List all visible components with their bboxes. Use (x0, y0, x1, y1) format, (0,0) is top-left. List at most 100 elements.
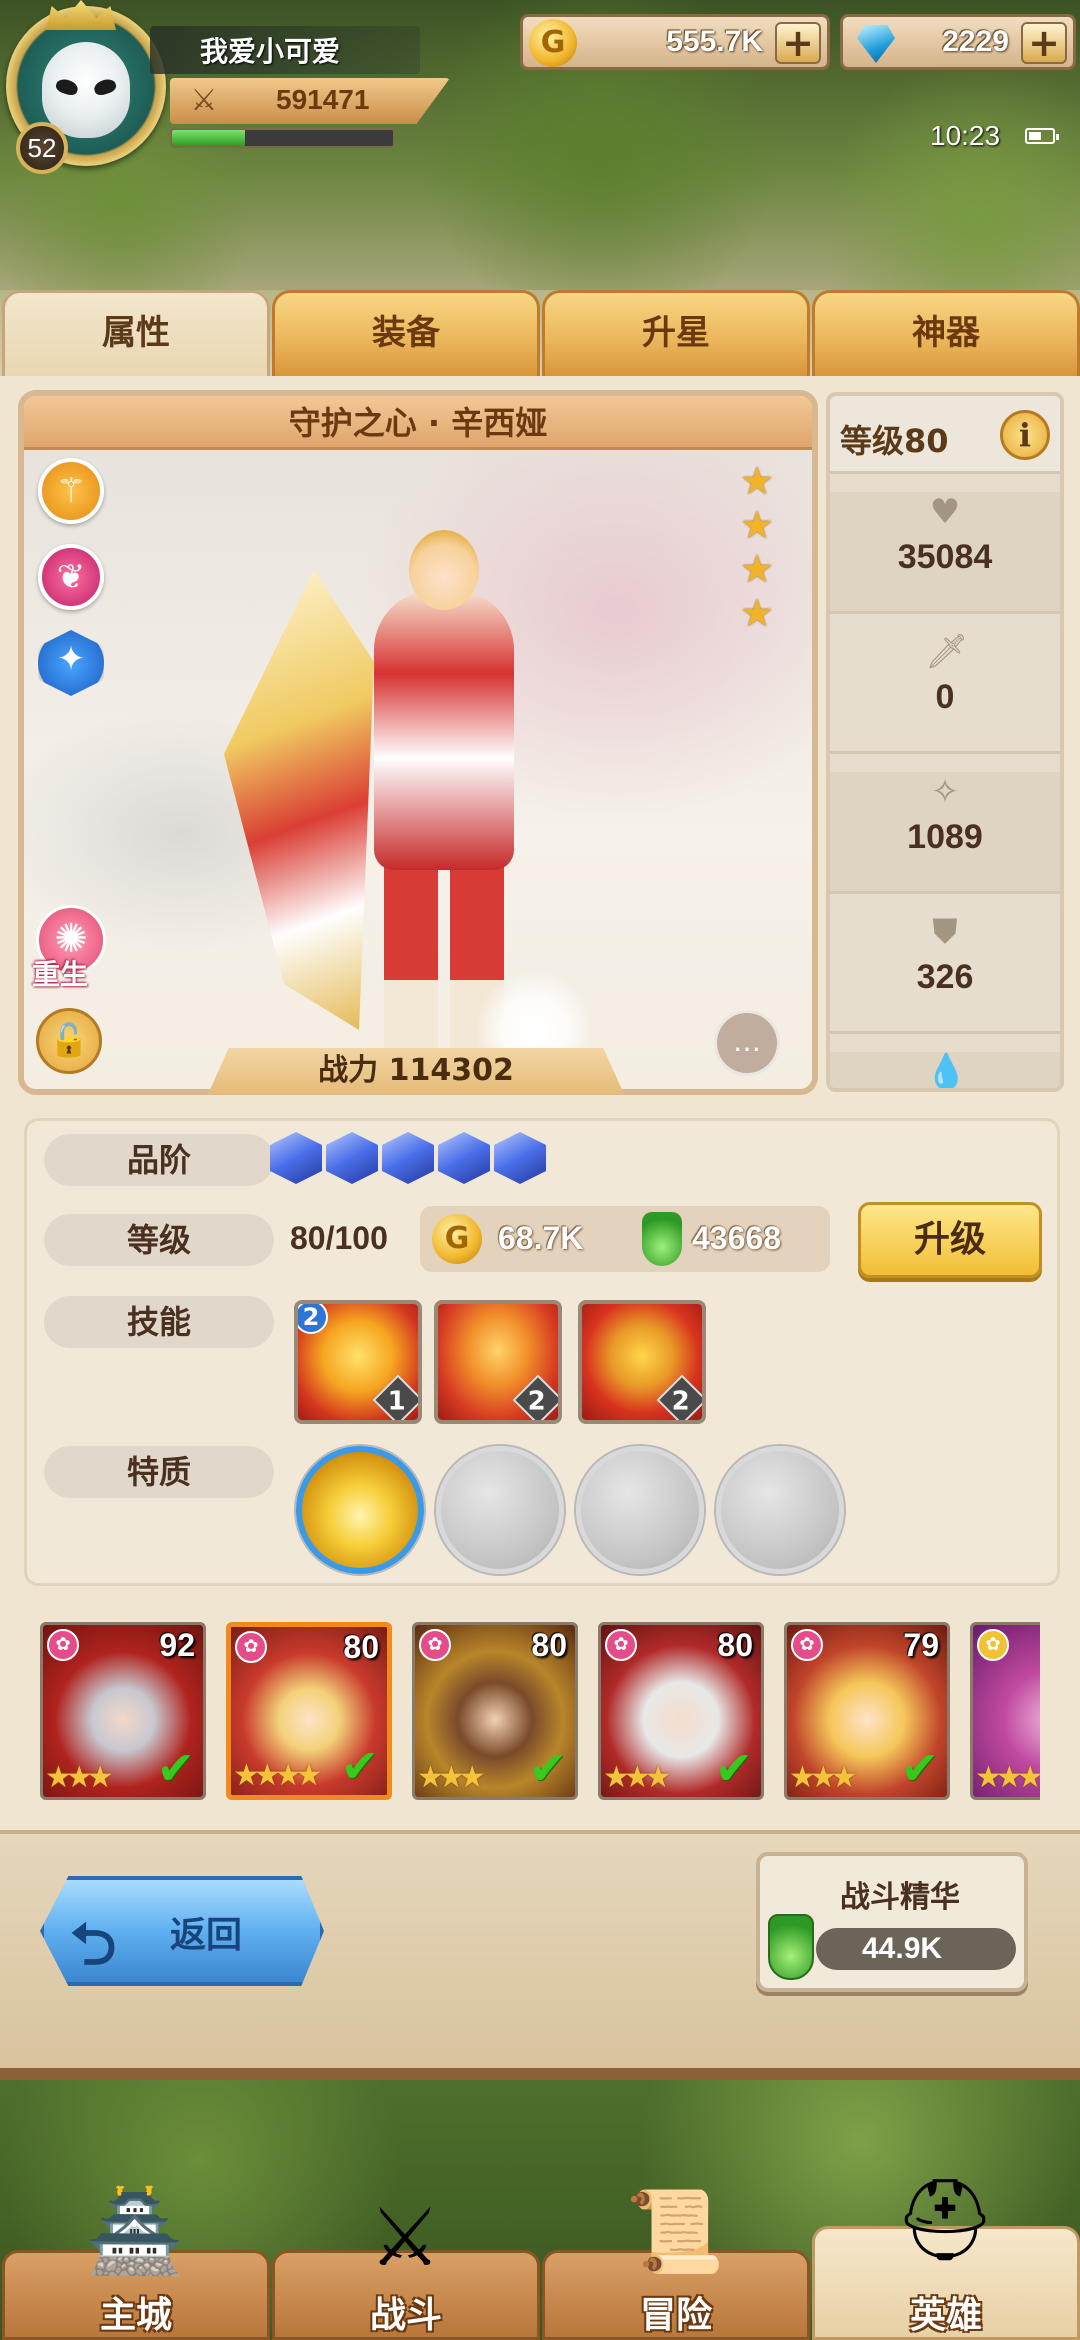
clock: 10:23 (930, 120, 1001, 151)
level-label: 等级 (44, 1214, 274, 1266)
element-icon: ✿ (791, 1629, 823, 1661)
roster-hero-card[interactable]: ✿ 92 ★★★ ✔ (40, 1622, 206, 1800)
crossed-swords-icon: ⚔ (369, 2191, 441, 2284)
stat-hp: ♥ 35084 (830, 492, 1060, 614)
crossed-swords-icon: ⚔ (190, 83, 218, 118)
potion-icon (768, 1914, 814, 1980)
roster-hero-card[interactable]: ✿ 80 ★★★★ ✔ (226, 1622, 392, 1800)
player-name: 我爱小可爱 (200, 35, 341, 68)
hero-title: 守护之心 · 辛西娅 (24, 396, 812, 450)
castle-icon: 🏯 (85, 2185, 185, 2278)
trait-slot-1[interactable] (296, 1446, 424, 1574)
check-icon: ✔ (340, 1739, 379, 1793)
nav-label-battle[interactable]: 战斗 (272, 2286, 540, 2338)
xp-bar (170, 128, 395, 148)
hero-class-badges: ⚚ ❦ ✦ (38, 458, 104, 716)
hero-level: 79 (903, 1627, 939, 1663)
upgrade-cost: G 68.7K 43668 (420, 1206, 830, 1272)
stat-magic: ✧ 1089 (830, 772, 1060, 894)
diamond-icon (849, 19, 897, 67)
skill-slot-2[interactable]: 2 (434, 1300, 562, 1424)
hero-level: 92 (159, 1627, 195, 1663)
potion-icon (642, 1212, 682, 1266)
nav-label-main-city[interactable]: 主城 (2, 2286, 270, 2338)
gem-amount: 2229 (942, 25, 1009, 58)
drop-icon: 💧 (925, 1052, 968, 1092)
essence-title: 战斗精华 (840, 1880, 960, 1915)
player-level-badge: 52 (16, 122, 68, 174)
stat-value: 326 (916, 958, 974, 996)
hero-tabs: 属性 装备 升星 神器 (0, 290, 1080, 376)
roster-hero-card[interactable]: ✿ 80 ★★★ ✔ (598, 1622, 764, 1800)
hero-stars: ★★★ (45, 1760, 114, 1795)
trait-label: 特质 (44, 1446, 274, 1498)
roster-hero-card[interactable]: ✿ 80 ★★★ ✔ (412, 1622, 578, 1800)
roster-hero-card[interactable]: ✿ 79 ★★★ ✔ (784, 1622, 950, 1800)
upgrade-button[interactable]: 升级 (858, 1202, 1042, 1278)
rebirth-label[interactable]: 重生 (32, 953, 88, 993)
xp-fill (172, 130, 245, 146)
check-icon: ✔ (528, 1741, 567, 1795)
tab-attributes[interactable]: 属性 (2, 290, 270, 376)
stat-attack: 🗡 0 (830, 632, 1060, 754)
nav-label-adventure[interactable]: 冒险 (542, 2286, 810, 2338)
nav-label-hero[interactable]: 英雄 (812, 2286, 1080, 2338)
star-icon: ★ (739, 503, 775, 547)
skill-label: 技能 (44, 1296, 274, 1348)
trait-slot-2[interactable] (436, 1446, 564, 1574)
hero-stars: ★★★ (417, 1760, 486, 1795)
hero-body (374, 590, 514, 870)
skill-slot-3[interactable]: 2 (578, 1300, 706, 1424)
add-gems-button[interactable]: + (1021, 22, 1067, 64)
tab-artifact[interactable]: 神器 (812, 290, 1080, 376)
class-icon[interactable]: ⚚ (38, 458, 104, 524)
hero-level: 80 (717, 1627, 753, 1663)
tab-star-up[interactable]: 升星 (542, 290, 810, 376)
star-icon: ★ (739, 591, 775, 635)
trait-slot-4[interactable] (716, 1446, 844, 1574)
back-label[interactable]: 返回 (170, 1906, 242, 1958)
hero-stars: ★★★ (789, 1760, 858, 1795)
essence-value: 44.9K (862, 1932, 943, 1965)
role-icon[interactable]: ✦ (38, 630, 104, 696)
hero-stars: ★★★★ (738, 462, 778, 638)
sword-icon: 🗡 (925, 632, 969, 672)
faction-icon[interactable]: ❦ (38, 544, 104, 610)
rank-gems (270, 1132, 550, 1188)
heart-icon: ♥ (929, 492, 961, 532)
return-arrow-icon: ⮌ (70, 1910, 117, 1978)
hero-roster: ✿ 92 ★★★ ✔ ✿ 80 ★★★★ ✔ ✿ 80 ★★★ ✔ ✿ 80 ★★★ ✔ ✿ 79 ★★★ ✔ ✿ ★★★ (40, 1622, 1040, 1808)
gold-amount: 555.7K (666, 25, 763, 58)
skill-badge: 2 (298, 1304, 328, 1334)
star-icon: ★ (739, 547, 775, 591)
rank-gem-icon (382, 1132, 434, 1184)
hero-scene[interactable] (24, 450, 812, 1089)
lock-icon[interactable]: 🔓 (36, 1008, 102, 1074)
hero-card: 守护之心 · 辛西娅 (18, 390, 818, 1095)
element-icon: ✿ (605, 1629, 637, 1661)
shield-icon: ⛊ (932, 912, 958, 952)
stats-panel: 等级80 i ♥35084 🗡0 ✧1089 ⛊326 💧288 (826, 392, 1064, 1092)
info-icon[interactable]: i (1000, 410, 1050, 460)
tab-equipment[interactable]: 装备 (272, 290, 540, 376)
add-gold-button[interactable]: + (775, 22, 821, 64)
gold-coin-icon: G (529, 19, 577, 67)
mask-portrait (42, 42, 130, 138)
level-value: 80/100 (290, 1220, 388, 1256)
helmet-icon: ⛑ (894, 2173, 996, 2266)
stat-value: 1089 (907, 818, 983, 856)
rank-label: 品阶 (44, 1134, 274, 1186)
hero-level: 等级80 (840, 422, 949, 460)
skill-slot-1[interactable]: 2 1 (294, 1300, 422, 1424)
battery-icon (1025, 128, 1059, 144)
roster-hero-card[interactable]: ✿ ★★★ (970, 1622, 1040, 1800)
check-icon: ✔ (714, 1741, 753, 1795)
rank-gem-icon (326, 1132, 378, 1184)
chat-bubble-icon[interactable]: … (714, 1010, 780, 1076)
stat-value: 0 (935, 678, 955, 716)
hero-level: 80 (343, 1629, 379, 1665)
gold-resource: G 555.7K + (520, 14, 830, 70)
essence-cost: 43668 (692, 1220, 781, 1256)
element-icon: ✿ (235, 1631, 267, 1663)
trait-slot-3[interactable] (576, 1446, 704, 1574)
